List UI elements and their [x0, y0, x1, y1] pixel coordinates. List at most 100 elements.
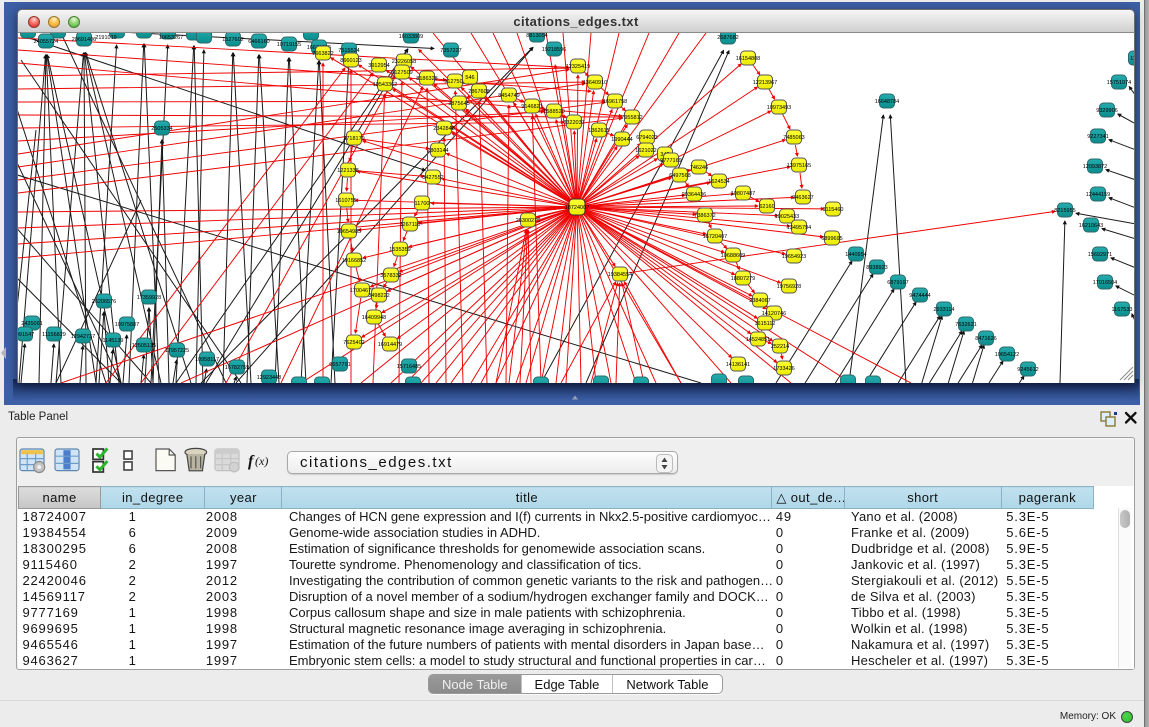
svg-text:10958117: 10958117: [195, 357, 219, 363]
svg-text:13495794: 13495794: [787, 225, 811, 231]
svg-text:23226058: 23226058: [392, 59, 416, 65]
svg-text:2435061: 2435061: [21, 321, 42, 327]
svg-text:7663822: 7663822: [312, 51, 333, 57]
svg-text:1624534: 1624534: [708, 179, 729, 185]
svg-text:15751074: 15751074: [1107, 80, 1131, 86]
svg-text:26206576: 26206576: [92, 299, 116, 305]
svg-text:20691406: 20691406: [72, 37, 96, 43]
svg-text:3912954: 3912954: [368, 63, 389, 69]
svg-text:16409948: 16409948: [362, 315, 386, 321]
svg-text:10025433: 10025433: [775, 214, 799, 220]
svg-text:10719155: 10719155: [277, 42, 301, 48]
svg-text:11700: 11700: [415, 201, 430, 207]
svg-text:24055724: 24055724: [34, 39, 58, 45]
svg-text:8427552: 8427552: [422, 175, 443, 181]
svg-text:19654923: 19654923: [782, 254, 806, 260]
svg-text:15716485: 15716485: [397, 364, 421, 370]
svg-text:1610755: 1610755: [335, 198, 356, 204]
svg-text:8660123: 8660123: [340, 58, 361, 64]
svg-text:1527602: 1527602: [222, 37, 243, 43]
svg-text:9463627: 9463627: [792, 195, 813, 201]
svg-text:25300275: 25300275: [516, 218, 540, 224]
svg-text:2687682: 2687682: [717, 35, 738, 41]
svg-text:10654122: 10654122: [995, 352, 1019, 358]
svg-text:11156829: 11156829: [42, 332, 66, 338]
svg-text:16210643: 16210643: [1079, 223, 1103, 229]
svg-text:19384554: 19384554: [608, 272, 632, 278]
svg-text:14136141: 14136141: [726, 362, 750, 368]
svg-text:2342848: 2342848: [433, 126, 454, 132]
svg-text:7632621: 7632621: [955, 322, 976, 328]
svg-text:9657791: 9657791: [329, 362, 350, 368]
svg-text:6466160: 6466160: [248, 39, 269, 45]
svg-text:1615112: 1615112: [754, 321, 775, 327]
svg-text:8454749: 8454749: [498, 93, 519, 99]
svg-text:13975165: 13975165: [787, 163, 811, 169]
svg-text:9227341: 9227341: [1087, 134, 1108, 140]
svg-text:2933114: 2933114: [933, 307, 954, 313]
svg-text:15720407: 15720407: [703, 234, 727, 240]
svg-text:2718179: 2718179: [343, 136, 364, 142]
svg-text:7357227: 7357227: [440, 48, 461, 54]
svg-text:12505135: 12505135: [132, 343, 156, 349]
svg-text:1588520: 1588520: [543, 109, 564, 115]
svg-text:12093872: 12093872: [1083, 164, 1107, 170]
svg-text:12213967: 12213967: [753, 80, 777, 86]
svg-text:19218596: 19218596: [542, 47, 566, 53]
svg-text:(x): (x): [255, 454, 268, 468]
svg-text:17957225: 17957225: [165, 348, 189, 354]
svg-text:9115460: 9115460: [822, 207, 843, 213]
svg-text:10543362: 10543362: [373, 82, 397, 88]
svg-text:f: f: [248, 453, 255, 470]
svg-text:16914479: 16914479: [378, 342, 402, 348]
svg-text:7386372: 7386372: [694, 213, 715, 219]
svg-text:1621022: 1621022: [635, 148, 656, 154]
svg-text:9245612: 9245612: [1017, 367, 1038, 373]
svg-text:1535359: 1535359: [389, 247, 410, 253]
svg-text:7485063: 7485063: [783, 135, 804, 141]
svg-text:2867608: 2867608: [468, 89, 489, 95]
svg-text:62160: 62160: [759, 204, 774, 210]
svg-text:1362615: 1362615: [588, 128, 609, 134]
svg-text:16782759: 16782759: [225, 365, 249, 371]
svg-text:16033809: 16033809: [399, 34, 423, 40]
svg-text:17359928: 17359928: [137, 295, 161, 301]
svg-text:16961758: 16961758: [603, 99, 627, 105]
svg-text:2384067: 2384067: [749, 298, 770, 304]
svg-text:1167533: 1167533: [1111, 307, 1132, 313]
svg-text:16648784: 16648784: [875, 99, 899, 105]
svg-text:12325419: 12325419: [566, 64, 590, 70]
svg-text:12444159: 12444159: [1086, 192, 1110, 198]
svg-text:9127509: 9127509: [391, 70, 412, 76]
svg-text:8813054: 8813054: [526, 33, 547, 39]
svg-text:19756928: 19756928: [777, 284, 801, 290]
svg-text:10653267: 10653267: [159, 35, 183, 41]
svg-text:12923448: 12923448: [257, 375, 281, 381]
svg-text:7955812: 7955812: [621, 115, 642, 121]
svg-text:8322037: 8322037: [563, 120, 584, 126]
svg-text:546: 546: [465, 75, 474, 81]
svg-text:15692971: 15692971: [1088, 252, 1112, 258]
svg-text:8215955: 8215955: [1054, 208, 1075, 214]
svg-text:252214: 252214: [771, 344, 789, 350]
svg-text:2505334: 2505334: [151, 126, 172, 132]
svg-text:8471626: 8471626: [975, 336, 996, 342]
svg-text:3875645: 3875645: [448, 101, 469, 107]
svg-text:10654985: 10654985: [337, 229, 361, 235]
svg-text:18724007: 18724007: [565, 205, 589, 211]
svg-text:10807487: 10807487: [731, 191, 755, 197]
svg-text:1112: 1112: [1130, 56, 1135, 62]
svg-text:18807279: 18807279: [731, 276, 755, 282]
svg-text:12942737: 12942737: [71, 334, 95, 340]
svg-text:6497568: 6497568: [669, 173, 690, 179]
svg-text:991547: 991547: [18, 332, 34, 338]
svg-text:6899695: 6899695: [821, 236, 842, 242]
svg-text:19166852: 19166852: [342, 258, 366, 264]
svg-text:6794023: 6794023: [636, 135, 657, 141]
svg-text:8186328: 8186328: [416, 76, 437, 82]
svg-text:13640910: 13640910: [583, 80, 607, 86]
svg-text:16154808: 16154808: [736, 56, 760, 62]
svg-text:6879197: 6879197: [887, 280, 908, 286]
svg-text:3498222: 3498222: [368, 293, 389, 299]
svg-text:7625402: 7625402: [343, 340, 364, 346]
